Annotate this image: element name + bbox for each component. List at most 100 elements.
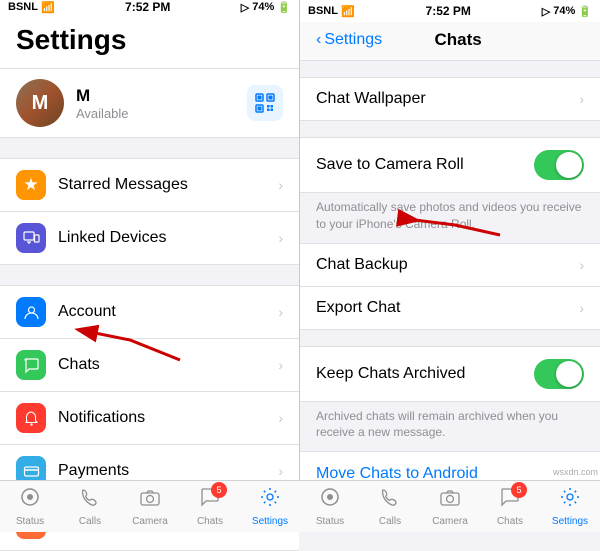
notifications-label: Notifications (58, 409, 278, 427)
left-battery-icon: 🔋 (277, 1, 291, 14)
camera-roll-row[interactable]: Save to Camera Roll (300, 138, 600, 192)
notifications-row[interactable]: Notifications › (0, 392, 299, 445)
chevron-icon: › (278, 177, 283, 193)
tab-status-label: Status (16, 516, 44, 527)
tab-chats-label: Chats (197, 516, 223, 527)
r-tab-settings-label: Settings (552, 516, 588, 527)
keep-archived-row[interactable]: Keep Chats Archived (300, 347, 600, 401)
toggle-knob (556, 152, 582, 178)
camera-roll-section: Save to Camera Roll (300, 137, 600, 193)
right-tab-bar: Status Calls Camera 5 Chats Settings (300, 480, 600, 532)
r-tab-chats-label: Chats (497, 516, 523, 527)
settings-header: Settings (0, 14, 299, 68)
status-icon (19, 486, 41, 514)
backup-section: Chat Backup › Export Chat › (300, 243, 600, 330)
chats-tab-icon: 5 (199, 486, 221, 514)
left-tab-bar: Status Calls Camera 5 Chats Settings (0, 480, 300, 532)
r-settings-tab-icon (559, 486, 581, 514)
tab-chats[interactable]: 5 Chats (180, 486, 240, 527)
account-row[interactable]: Account › (0, 286, 299, 339)
left-location-icon: ▷ (241, 1, 249, 14)
account-icon (16, 297, 46, 327)
right-status-bar: BSNL 📶 7:52 PM ▷ 74% 🔋 (300, 0, 600, 22)
camera-roll-toggle[interactable] (534, 150, 584, 180)
backup-label: Chat Backup (316, 256, 579, 274)
device-icon (16, 223, 46, 253)
r-tab-chats[interactable]: 5 Chats (480, 486, 540, 527)
wallpaper-row[interactable]: Chat Wallpaper › (300, 78, 600, 120)
page-nav-title: Chats (382, 30, 534, 50)
tab-camera-label: Camera (132, 516, 168, 527)
r-tab-camera-label: Camera (432, 516, 468, 527)
wallpaper-label: Chat Wallpaper (316, 90, 579, 108)
tab-calls-label: Calls (79, 516, 101, 527)
right-wifi-icon: 📶 (341, 5, 355, 18)
chevron-icon: › (579, 257, 584, 273)
back-chevron-icon: ‹ (316, 31, 321, 49)
chevron-icon: › (278, 304, 283, 320)
qr-button[interactable] (247, 85, 283, 121)
profile-status: Available (76, 106, 247, 121)
tab-camera[interactable]: Camera (120, 486, 180, 527)
account-label: Account (58, 303, 278, 321)
r-tab-camera[interactable]: Camera (420, 486, 480, 527)
tab-status[interactable]: Status (0, 486, 60, 527)
linked-devices-row[interactable]: Linked Devices › (0, 212, 299, 264)
left-wifi-icon: 📶 (41, 1, 55, 14)
tab-calls[interactable]: Calls (60, 486, 120, 527)
camera-roll-description: Automatically save photos and videos you… (300, 193, 600, 243)
tab-settings-label: Settings (252, 516, 288, 527)
keep-archived-description: Archived chats will remain archived when… (300, 402, 600, 452)
left-status-bar: BSNL 📶 7:52 PM ▷ 74% 🔋 (0, 0, 299, 14)
linked-label: Linked Devices (58, 229, 278, 247)
tab-settings[interactable]: Settings (240, 486, 300, 527)
right-panel: BSNL 📶 7:52 PM ▷ 74% 🔋 ‹ Settings Chats … (300, 0, 600, 532)
menu-section-1: ★ Starred Messages › Linked Devices › (0, 158, 299, 265)
chevron-icon: › (278, 410, 283, 426)
r-tab-calls[interactable]: Calls (360, 486, 420, 527)
back-label: Settings (324, 31, 382, 49)
left-time: 7:52 PM (125, 0, 170, 14)
page-title: Settings (16, 24, 283, 56)
chats-icon (16, 350, 46, 380)
backup-row[interactable]: Chat Backup › (300, 244, 600, 287)
r-tab-status[interactable]: Status (300, 486, 360, 527)
chevron-icon: › (579, 300, 584, 316)
r-chats-tab-icon: 5 (499, 486, 521, 514)
profile-name: M (76, 86, 247, 106)
starred-messages-row[interactable]: ★ Starred Messages › (0, 159, 299, 212)
export-label: Export Chat (316, 299, 579, 317)
right-time: 7:52 PM (426, 4, 471, 18)
wallpaper-section: Chat Wallpaper › (300, 77, 600, 121)
profile-row[interactable]: M M Available (0, 68, 299, 138)
chats-row[interactable]: Chats › (0, 339, 299, 392)
notif-icon (16, 403, 46, 433)
left-carrier: BSNL (8, 1, 38, 13)
right-battery-icon: 🔋 (578, 5, 592, 18)
export-row[interactable]: Export Chat › (300, 287, 600, 329)
calls-icon (79, 486, 101, 514)
r-calls-icon (379, 486, 401, 514)
avatar: M (16, 79, 64, 127)
r-tab-status-label: Status (316, 516, 344, 527)
r-chats-badge: 5 (511, 482, 527, 498)
right-carrier: BSNL (308, 5, 338, 17)
r-camera-icon (439, 486, 461, 514)
starred-label: Starred Messages (58, 176, 278, 194)
toggle-knob (556, 361, 582, 387)
chevron-icon: › (278, 463, 283, 479)
r-tab-settings[interactable]: Settings (540, 486, 600, 527)
keep-archived-toggle[interactable] (534, 359, 584, 389)
right-nav-bar: ‹ Settings Chats (300, 22, 600, 61)
keep-archived-section: Keep Chats Archived (300, 346, 600, 402)
chats-badge: 5 (211, 482, 227, 498)
right-battery: 74% (553, 5, 575, 17)
chevron-icon: › (579, 91, 584, 107)
camera-roll-label: Save to Camera Roll (316, 156, 534, 174)
back-button[interactable]: ‹ Settings (316, 31, 382, 49)
right-location-icon: ▷ (542, 5, 550, 18)
r-status-icon (319, 486, 341, 514)
left-panel: BSNL 📶 7:52 PM ▷ 74% 🔋 Settings M M Avai… (0, 0, 300, 532)
watermark: wsxdn.com (553, 467, 598, 477)
keep-archived-label: Keep Chats Archived (316, 365, 534, 383)
